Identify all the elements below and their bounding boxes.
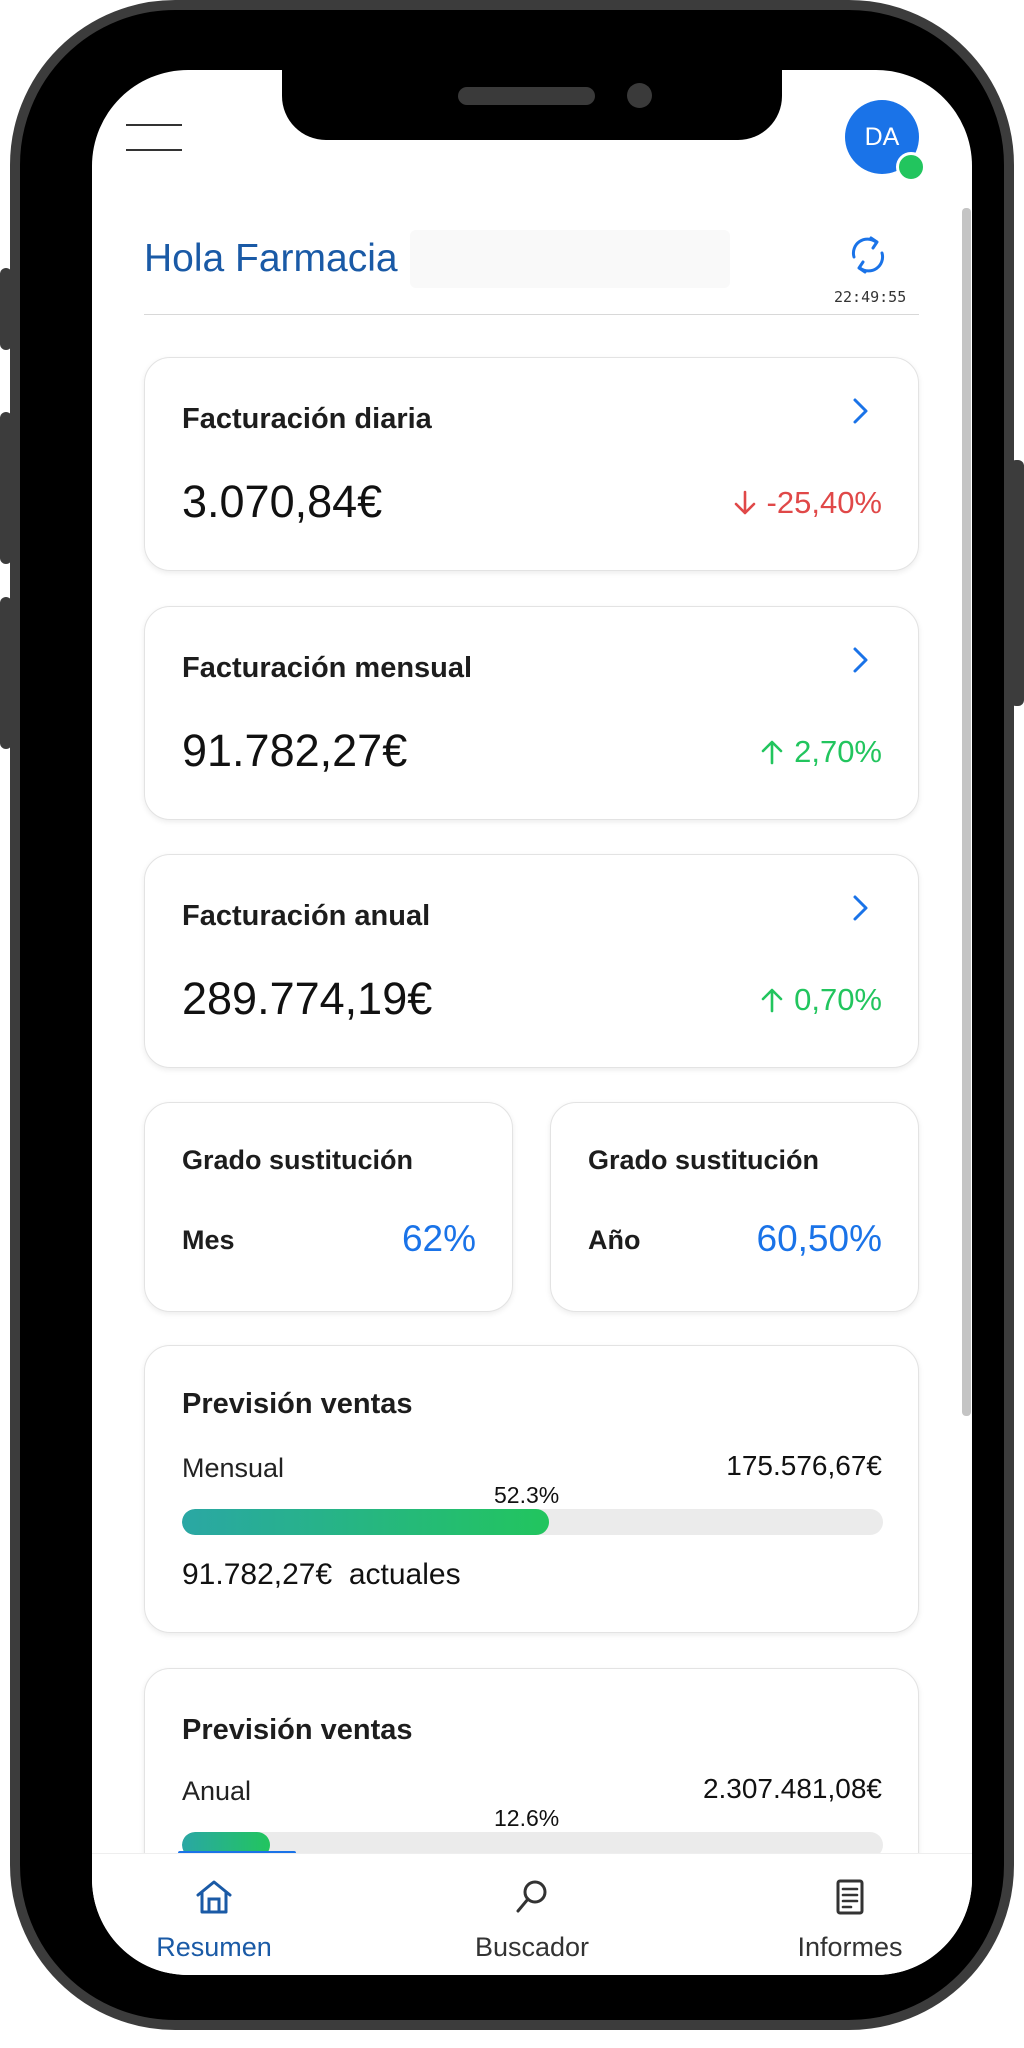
card-title: Facturación anual: [182, 900, 431, 932]
forecast-period: Anual: [182, 1776, 252, 1806]
current-value: 91.782,27€: [182, 1558, 333, 1591]
trend-indicator: -25,40%: [733, 485, 882, 521]
nav-label: Informes: [797, 1932, 903, 1962]
nav-item-buscador[interactable]: Buscador: [432, 1854, 632, 1964]
progress-track: [182, 1509, 883, 1535]
nav-item-informes[interactable]: Informes: [750, 1854, 950, 1964]
daily-billing-card[interactable]: Facturación diaria 3.070,84€ -25,40%: [144, 357, 919, 571]
card-value: 3.070,84€: [182, 476, 383, 527]
pharmacy-name-redacted: [410, 230, 730, 288]
app-screen: DA Hola Farmacia 22:49:55 Facturación di…: [92, 70, 972, 1975]
substitution-year-card[interactable]: Grado sustitución Año 60,50%: [550, 1102, 919, 1312]
report-icon: [836, 1879, 864, 1915]
delta-value: -25,40%: [766, 485, 882, 520]
card-title: Facturación diaria: [182, 403, 432, 435]
card-title: Previsión ventas: [182, 1388, 413, 1420]
forecast-target: 2.307.481,08€: [702, 1773, 882, 1804]
chevron-right-icon[interactable]: [850, 893, 872, 923]
arrow-up-icon: [761, 740, 783, 765]
card-value: 289.774,19€: [182, 973, 433, 1024]
arrow-up-icon: [761, 988, 783, 1013]
search-icon: [516, 1880, 547, 1913]
card-title: Facturación mensual: [182, 652, 473, 684]
period-label: Año: [588, 1225, 641, 1255]
bottom-nav: Resumen Buscador Informes: [92, 1853, 972, 1975]
online-status-dot: [896, 152, 926, 182]
current-suffix: actuales: [348, 1558, 461, 1591]
card-title: Grado sustitución: [588, 1145, 820, 1175]
trend-indicator: 2,70%: [760, 734, 882, 770]
avatar-initials: DA: [864, 122, 900, 151]
delta-value: 2,70%: [794, 734, 882, 769]
trend-indicator: 0,70%: [760, 982, 882, 1018]
period-label: Mes: [182, 1225, 235, 1255]
progress-fill: [182, 1509, 549, 1535]
last-update-time: 22:49:55: [834, 288, 907, 306]
scrollbar[interactable]: [962, 208, 971, 1416]
annual-billing-card[interactable]: Facturación anual 289.774,19€ 0,70%: [144, 854, 919, 1068]
nav-label: Buscador: [474, 1932, 590, 1962]
substitution-value: 62%: [401, 1218, 476, 1259]
home-icon: [196, 1880, 232, 1914]
progress-percent: 52.3%: [494, 1482, 560, 1508]
nav-label: Resumen: [156, 1932, 272, 1962]
substitution-month-card[interactable]: Grado sustitución Mes 62%: [144, 1102, 513, 1312]
substitution-value: 60,50%: [756, 1218, 883, 1259]
delta-value: 0,70%: [794, 982, 882, 1017]
forecast-current: 91.782,27€ actuales: [182, 1558, 461, 1592]
monthly-billing-card[interactable]: Facturación mensual 91.782,27€ 2,70%: [144, 606, 919, 820]
menu-icon[interactable]: [126, 122, 182, 152]
refresh-icon[interactable]: [846, 233, 890, 277]
front-camera: [627, 83, 652, 108]
speaker-grille: [458, 87, 595, 105]
card-value: 91.782,27€: [182, 725, 408, 776]
arrow-down-icon: [734, 490, 755, 515]
card-title: Previsión ventas: [182, 1714, 413, 1746]
phone-notch: [282, 70, 782, 140]
header-divider: [144, 314, 919, 315]
chevron-right-icon[interactable]: [850, 645, 872, 675]
progress-percent: 12.6%: [494, 1805, 560, 1831]
card-title: Grado sustitución: [182, 1145, 414, 1175]
forecast-target: 175.576,67€: [726, 1450, 882, 1481]
greeting-title: Hola Farmacia: [144, 237, 398, 280]
phone-frame: DA Hola Farmacia 22:49:55 Facturación di…: [10, 0, 1014, 2030]
chevron-right-icon[interactable]: [850, 396, 872, 426]
forecast-period: Mensual: [182, 1453, 285, 1483]
monthly-forecast-card[interactable]: Previsión ventas Mensual 175.576,67€ 52.…: [144, 1345, 919, 1633]
nav-item-resumen[interactable]: Resumen: [114, 1854, 314, 1964]
